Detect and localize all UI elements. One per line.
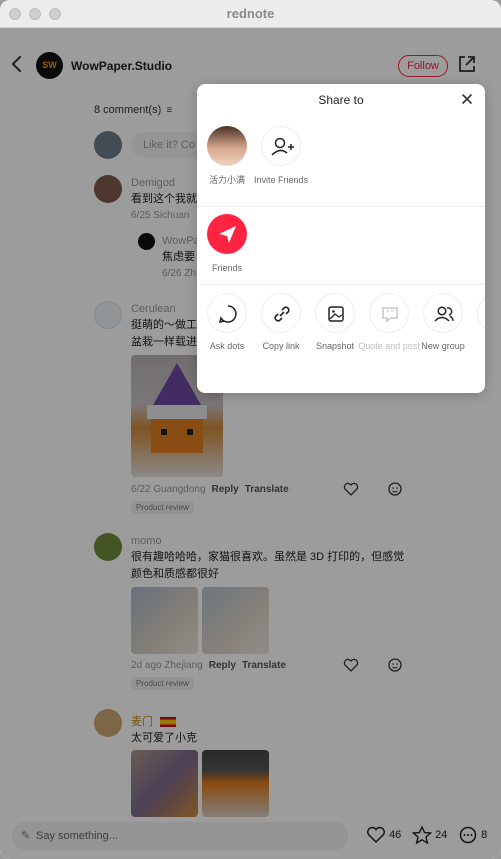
window-title: rednote — [226, 6, 275, 21]
copy-link-button[interactable] — [261, 293, 301, 333]
more-option-button — [477, 293, 485, 333]
invite-friends-label: Invite Friends — [253, 175, 309, 185]
snapshot-button[interactable] — [315, 293, 355, 333]
chat-bubble-icon — [218, 305, 237, 324]
quote-icon: “” — [382, 307, 398, 323]
new-group-button[interactable] — [423, 293, 463, 333]
share-dialog: Share to 活力小满 Invite Friends Friends Ask… — [197, 84, 485, 393]
invite-friends-button[interactable] — [261, 126, 301, 166]
quote-and-post-button[interactable]: “” — [369, 293, 409, 333]
link-icon — [274, 306, 290, 322]
new-group-label: New group — [421, 341, 465, 351]
divider — [197, 284, 485, 285]
more-options-edge[interactable] — [477, 293, 485, 333]
contact-avatar[interactable] — [207, 126, 247, 166]
title-bar: rednote — [0, 0, 501, 28]
ask-dots-button[interactable] — [207, 293, 247, 333]
image-icon — [328, 306, 344, 322]
group-icon — [434, 306, 454, 322]
svg-text:“”: “” — [386, 309, 394, 318]
dialog-title: Share to — [318, 93, 364, 107]
divider — [197, 206, 485, 207]
friends-label: Friends — [211, 263, 242, 273]
app-window: rednote SW WowPaper.Studio Follow 8 comm… — [0, 0, 501, 859]
add-user-icon — [271, 137, 294, 156]
friends-button[interactable] — [207, 214, 247, 254]
send-icon — [219, 226, 236, 243]
close-icon[interactable] — [460, 92, 474, 106]
